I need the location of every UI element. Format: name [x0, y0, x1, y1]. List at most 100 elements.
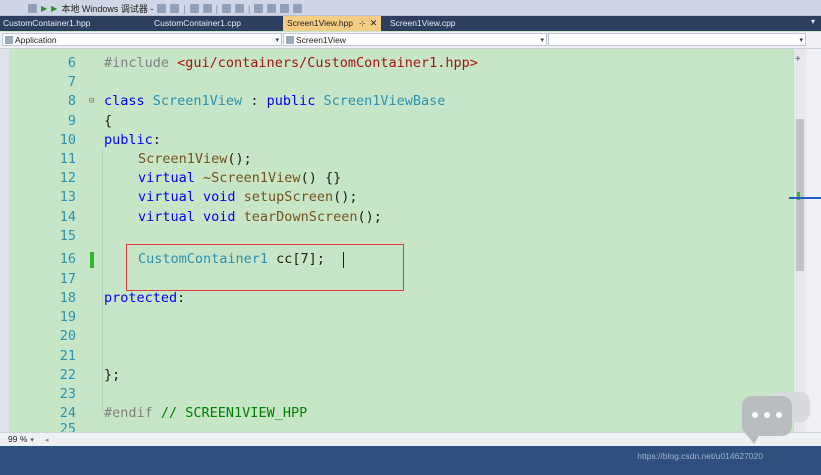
class-icon [286, 36, 294, 44]
scroll-left-icon[interactable]: ◂ [45, 436, 49, 444]
line-number: 22 [59, 366, 76, 383]
scope-selector[interactable]: Screen1View ▾ [283, 33, 547, 46]
code-line: 21 [0, 347, 780, 366]
code-line: 22}; [0, 366, 780, 385]
code-line: 19 [0, 308, 780, 327]
tab-label: Screen1View.cpp [390, 18, 456, 28]
line-number: 8 [67, 93, 76, 110]
pin-icon[interactable]: ⊹ [359, 19, 366, 28]
line-number: 21 [59, 347, 76, 364]
code-text: #include <gui/containers/CustomContainer… [104, 55, 478, 71]
tab-overflow-dropdown-icon[interactable]: ▾ [811, 17, 815, 26]
line-number: 14 [59, 208, 76, 225]
tab-customcontainer1-hpp[interactable]: CustomContainer1.hpp [3, 16, 90, 31]
tab-screen1view-hpp[interactable]: Screen1View.hpp ⊹ ✕ [283, 16, 382, 31]
debugger-target-label[interactable]: 本地 Windows 调试器 - [61, 2, 153, 15]
bookmark-icon[interactable] [254, 4, 264, 13]
code-text: virtual void tearDownScreen(); [138, 208, 382, 225]
bookmark-clear-icon[interactable] [293, 4, 303, 13]
comment-icon[interactable] [222, 4, 232, 13]
dots-icon [752, 412, 782, 418]
code-text: protected: [104, 290, 186, 306]
code-text: Screen1View(); [138, 151, 252, 167]
tab-label: CustomContainer1.cpp [154, 18, 241, 28]
debug-toolbar: ▶ ▶ 本地 Windows 调试器 - | | | [0, 0, 821, 16]
chevron-down-icon[interactable]: ▾ [540, 34, 544, 47]
bookmark-next-icon[interactable] [280, 4, 290, 13]
tab-label: CustomContainer1.hpp [3, 18, 91, 28]
code-line: 10 public: [0, 131, 780, 150]
horizontal-scrollbar[interactable]: 99 % ▾ ◂ [0, 432, 821, 447]
start-debug-icon[interactable]: ▶ [51, 4, 57, 13]
line-number: 6 [67, 55, 76, 71]
line-number: 11 [59, 151, 76, 167]
editor-right-edge [806, 49, 821, 432]
line-number: 9 [67, 112, 76, 129]
line-number: 23 [59, 386, 76, 402]
project-icon [5, 36, 13, 44]
tab-customcontainer1-cpp[interactable]: CustomContainer1.cpp [154, 16, 241, 31]
line-number: 19 [59, 309, 76, 326]
code-text: virtual void setupScreen(); [138, 189, 358, 206]
line-number: 25 [59, 421, 76, 432]
line-number: 13 [59, 189, 76, 206]
chevron-down-icon[interactable]: ▾ [30, 437, 34, 444]
vertical-scrollbar[interactable]: + [793, 49, 806, 432]
code-line: 14 virtual void tearDownScreen(); [0, 208, 780, 227]
code-line: 18 protected: [0, 289, 780, 308]
scrollbar-caret-marker [789, 197, 821, 199]
close-icon[interactable]: ✕ [370, 18, 378, 28]
watermark: https://blog.csdn.net/u014627020 [637, 451, 763, 461]
uncomment-icon[interactable] [235, 4, 245, 13]
code-line: 9{ [0, 112, 780, 131]
chevron-down-icon[interactable]: ▾ [799, 34, 803, 47]
scope-name: Screen1View [296, 35, 346, 45]
tab-screen1view-cpp[interactable]: Screen1View.cpp [390, 16, 456, 31]
project-name: Application [15, 35, 57, 45]
play-icon[interactable]: ▶ [41, 4, 47, 13]
toolbar-icon[interactable] [189, 4, 199, 13]
change-indicator [90, 252, 94, 268]
line-number: 16 [59, 251, 76, 267]
code-text: public: [104, 131, 161, 148]
code-text: class Screen1View : public Screen1ViewBa… [104, 93, 446, 110]
chat-bubble-icon[interactable] [742, 396, 792, 444]
line-number: 17 [59, 271, 76, 287]
dropdown-arrow-icon[interactable] [28, 4, 37, 13]
line-number: 18 [59, 290, 76, 306]
navigation-bar: Application ▾ Screen1View ▾ ▾ [0, 32, 821, 49]
zoom-level: 99 % [8, 434, 28, 444]
collapse-icon[interactable]: ⊟ [89, 92, 94, 111]
toolbar-separator: | [248, 3, 251, 14]
code-line: 20 [0, 327, 780, 346]
toolbar-icon[interactable] [157, 4, 167, 13]
line-number: 20 [59, 328, 76, 345]
code-text: { [104, 112, 113, 129]
code-line: 12 virtual ~Screen1View() {} [0, 169, 780, 188]
code-line: 7 [0, 73, 780, 92]
line-number: 7 [67, 74, 76, 91]
split-icon[interactable]: + [795, 54, 801, 65]
tab-label: Screen1View.hpp [287, 18, 354, 28]
chevron-down-icon[interactable]: ▾ [275, 34, 279, 47]
highlight-box [126, 244, 404, 291]
member-selector[interactable]: ▾ [548, 33, 806, 46]
code-line: 6 #include <gui/containers/CustomContaine… [0, 54, 780, 73]
zoom-selector[interactable]: 99 % ▾ [8, 434, 34, 444]
line-number: 12 [59, 170, 76, 187]
bookmark-prev-icon[interactable] [267, 4, 277, 13]
code-line: 13 virtual void setupScreen(); [0, 188, 780, 207]
toolbar-separator: | [183, 3, 186, 14]
line-number: 10 [59, 131, 76, 148]
bubble-tail [746, 434, 760, 444]
code-line: 23 [0, 385, 780, 404]
code-text: }; [104, 366, 121, 383]
code-line: 8 ⊟ class Screen1View : public Screen1View… [0, 92, 780, 111]
code-text: virtual ~Screen1View() {} [138, 170, 342, 187]
document-tab-bar: CustomContainer1.hpp CustomContainer1.cp… [0, 16, 821, 31]
project-selector[interactable]: Application ▾ [2, 33, 282, 46]
toolbar-icon[interactable] [170, 4, 180, 13]
toolbar-icon[interactable] [202, 4, 212, 13]
code-line: 11 Screen1View(); [0, 150, 780, 169]
line-number: 15 [59, 227, 76, 244]
